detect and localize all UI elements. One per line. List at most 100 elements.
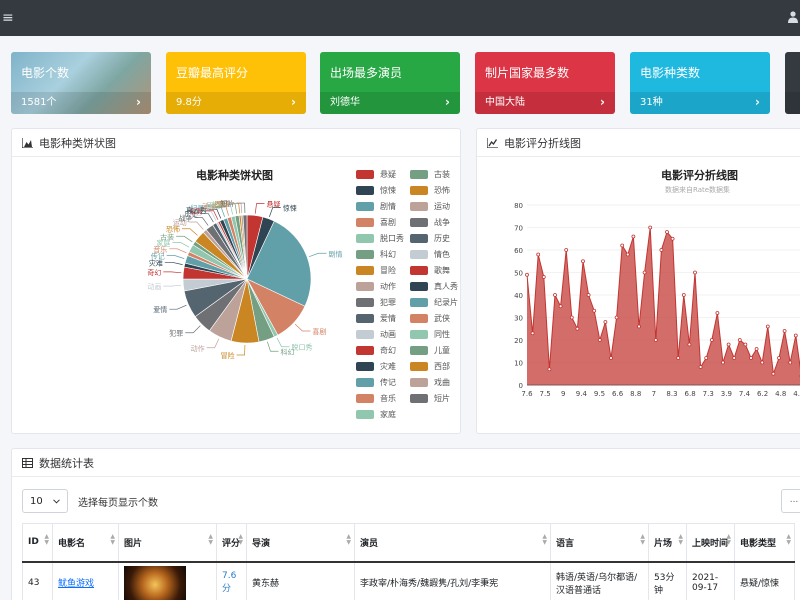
data-point[interactable] [653,338,658,342]
col-actors[interactable]: 演员 ▲ ▼ [354,523,551,563]
card-top-country[interactable]: 制片国家最多数 中国大陆 › [475,52,615,114]
page-size-select[interactable]: 10 [22,489,68,513]
data-point[interactable] [788,360,793,365]
arrow-right-icon[interactable]: › [291,95,296,109]
data-point[interactable] [681,293,686,297]
legend-item[interactable]: 纪录片 [410,297,458,308]
data-point[interactable] [749,356,753,360]
col-id[interactable]: ID ▲ ▼ [22,523,53,563]
data-point[interactable] [541,275,546,279]
arrow-right-icon[interactable]: › [445,95,450,109]
data-point[interactable] [676,356,681,360]
legend-item[interactable]: 情色 [410,249,450,260]
data-point[interactable] [620,243,625,248]
legend-item[interactable]: 科幻 [356,249,396,260]
pie-chart[interactable]: 悬疑 惊悚剧情喜剧脱口秀科幻冒险动作犯罪爱情动画奇幻灾难传记音乐家庭古装恐怖运动战… [12,157,352,433]
user-icon[interactable] [788,11,798,23]
data-point[interactable] [564,248,569,252]
data-point[interactable] [765,324,770,329]
data-point[interactable] [709,338,714,342]
legend-item[interactable]: 冒险 [356,265,396,276]
legend-item[interactable]: 真人秀 [410,281,458,292]
legend-item[interactable]: 歌舞 [410,265,450,276]
legend-item[interactable]: 喜剧 [356,217,396,228]
data-point[interactable] [597,338,602,342]
data-point[interactable] [687,342,692,347]
data-point[interactable] [704,356,709,360]
data-point[interactable] [726,342,731,347]
legend-item[interactable]: 惊悚 [356,185,396,196]
toolbar-more-button[interactable]: ... [781,489,800,513]
data-point[interactable] [642,270,647,275]
data-point[interactable] [530,331,535,336]
data-point[interactable] [754,347,759,351]
legend-item[interactable]: 西部 [410,361,450,372]
arrow-right-icon[interactable]: › [755,95,760,109]
data-point[interactable] [581,259,585,264]
movie-poster[interactable] [124,565,186,600]
arrow-right-icon[interactable]: › [600,95,605,109]
data-point[interactable] [760,360,765,365]
movie-link[interactable]: 鱿鱼游戏 [52,561,119,600]
legend-item[interactable]: 传记 [356,377,396,388]
legend-item[interactable]: 爱情 [356,313,396,324]
data-point[interactable] [771,371,776,376]
legend-item[interactable]: 家庭 [356,409,396,420]
arrow-right-icon[interactable]: › [136,95,141,109]
line-chart[interactable]: 0 10 20 30 40 50 60 70 80 7.6 7.5 9 9.4 9.5 6.6 8.8 7 8.3… [477,157,800,433]
data-point[interactable] [743,342,748,347]
col-director[interactable]: 导演 ▲ ▼ [246,523,355,563]
card-footer[interactable] [785,92,800,114]
legend-item[interactable]: 动画 [356,329,396,340]
legend-item[interactable]: 儿童 [410,345,450,356]
data-point[interactable] [569,315,574,320]
data-point[interactable] [721,360,725,365]
data-point[interactable] [637,324,641,329]
legend-item[interactable]: 悬疑 [356,169,396,180]
col-release[interactable]: 上映时间 ▲ ▼ [686,523,735,563]
col-duration[interactable]: 片场 ▲ ▼ [648,523,687,563]
legend-item[interactable]: 音乐 [356,393,396,404]
data-point[interactable] [603,320,608,324]
legend-item[interactable]: 剧情 [356,201,396,212]
legend-item[interactable]: 战争 [410,217,450,228]
data-point[interactable] [609,356,613,360]
legend-item[interactable]: 历史 [410,233,450,244]
legend-item[interactable]: 恐怖 [410,185,450,196]
card-top-actor[interactable]: 出场最多演员 刘德华 › [320,52,460,114]
legend-item[interactable]: 动作 [356,281,396,292]
legend-item[interactable]: 犯罪 [356,297,396,308]
data-point[interactable] [525,272,529,277]
data-point[interactable] [737,338,742,342]
data-point[interactable] [698,365,703,369]
data-point[interactable] [614,315,619,320]
legend-item[interactable]: 戏曲 [410,377,450,388]
legend-item[interactable]: 奇幻 [356,345,396,356]
col-genre[interactable]: 电影类型 ▲ ▼ [734,523,795,563]
data-point[interactable] [715,311,720,315]
data-point[interactable] [777,356,781,360]
legend-item[interactable]: 武侠 [410,313,450,324]
data-point[interactable] [575,326,580,331]
data-point[interactable] [592,308,597,313]
col-language[interactable]: 语言 ▲ ▼ [550,523,649,563]
card-genre-count[interactable]: 电影种类数 31种 › [630,52,770,114]
col-image[interactable]: 图片 ▲ ▼ [118,523,217,563]
card-movie-count[interactable]: 电影个数 1581个 › [11,52,151,114]
data-point[interactable] [659,248,664,252]
data-point[interactable] [693,270,697,275]
data-point[interactable] [547,367,552,372]
data-point[interactable] [732,356,737,360]
legend-item[interactable]: 短片 [410,393,450,404]
legend-item[interactable]: 运动 [410,201,450,212]
card-top-score[interactable]: 豆瓣最高评分 9.8分 › [166,52,306,114]
data-point[interactable] [670,236,675,241]
legend-item[interactable]: 灾难 [356,361,396,372]
bars-icon[interactable]: ≡ [2,10,14,26]
col-score[interactable]: 评分 ▲ ▼ [216,523,247,563]
area-series[interactable] [527,227,800,386]
data-point[interactable] [536,252,541,257]
data-point[interactable] [665,230,669,234]
data-point[interactable] [648,225,653,230]
data-point[interactable] [553,293,557,297]
